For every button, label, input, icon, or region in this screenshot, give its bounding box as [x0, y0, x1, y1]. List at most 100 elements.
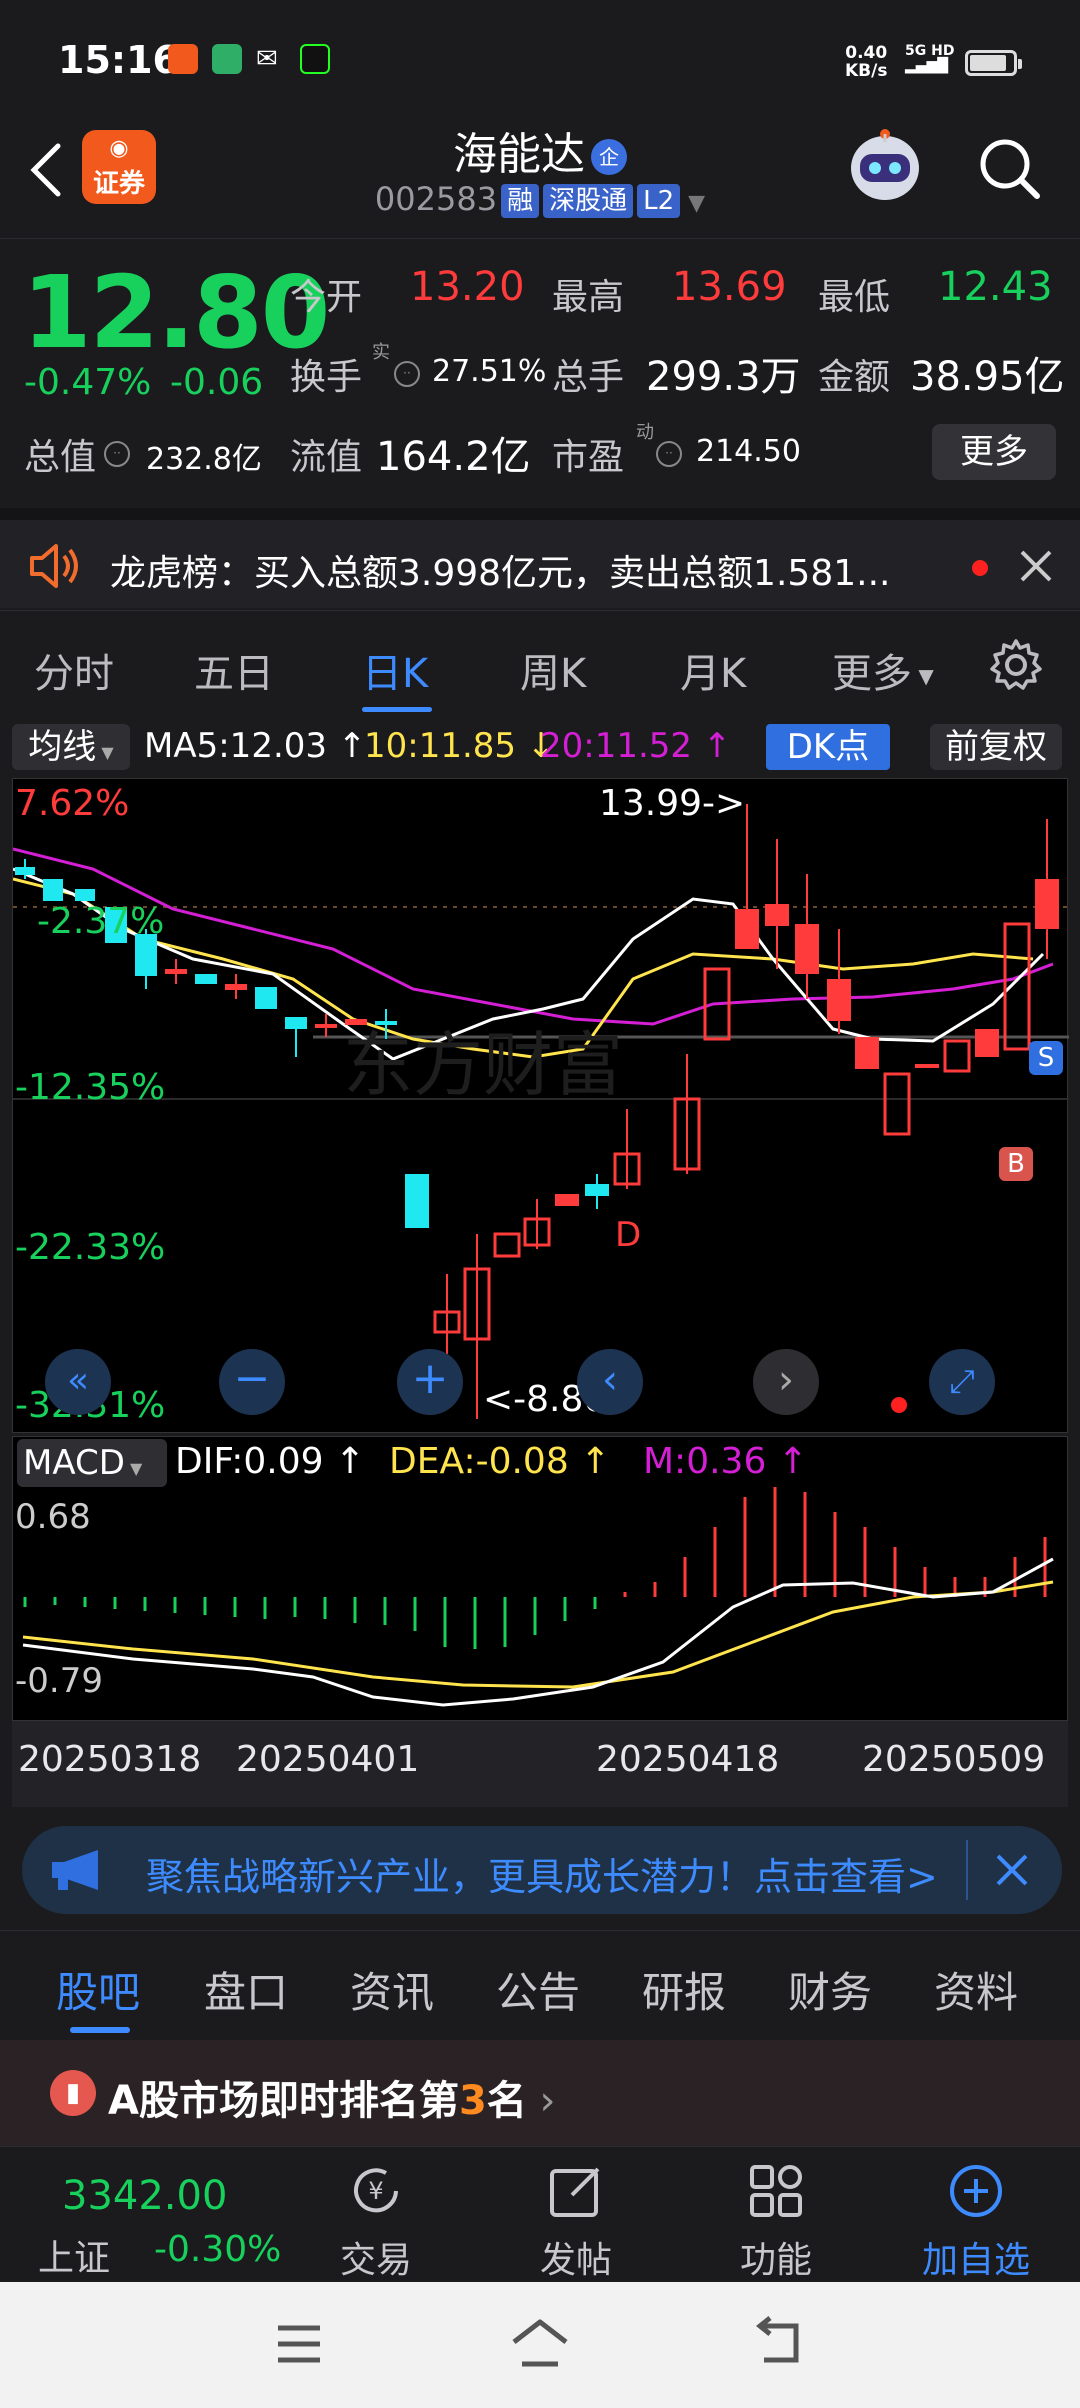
info-icon[interactable]: ·· [390, 352, 424, 393]
date-label-1: 20250318 [18, 1739, 202, 1780]
yen-exchange-icon: ¥ [354, 2168, 398, 2213]
close-icon[interactable] [1018, 548, 1054, 584]
zoom-in-icon[interactable]: + [397, 1349, 463, 1415]
signal-b[interactable]: B [999, 1147, 1033, 1181]
edit-icon [550, 2167, 600, 2217]
tab-profile[interactable]: 资料 [934, 1959, 1018, 2020]
low-value: 12.43 [938, 264, 1053, 310]
megaphone-icon [52, 1850, 98, 1890]
watermark: 东方财富 [343, 1026, 623, 1104]
stock-code: 002583 [374, 180, 498, 218]
tab-announcements[interactable]: 公告 [496, 1959, 580, 2020]
svg-text:¥: ¥ [368, 2177, 383, 2205]
close-icon[interactable] [994, 1852, 1030, 1888]
tag-margin: 融 [501, 184, 540, 218]
ma20-value: 20:11.52 ↑ [540, 726, 732, 766]
gear-icon[interactable] [988, 637, 1044, 693]
pct-label-2: -2.37% [37, 901, 165, 942]
fullscreen-icon[interactable]: ⤢ [929, 1349, 995, 1415]
tab-daily-k[interactable]: 日K [362, 641, 428, 699]
signal-s[interactable]: S [1029, 1041, 1063, 1075]
menu-icon[interactable] [274, 2322, 324, 2366]
high-value: 13.69 [672, 264, 787, 310]
zoom-out-icon[interactable]: − [219, 1349, 285, 1415]
tab-five-day[interactable]: 五日 [194, 641, 274, 699]
active-tab-indicator [362, 707, 432, 712]
divider [966, 1840, 968, 1900]
more-button[interactable]: 更多 [932, 424, 1056, 480]
date-label-2: 20250401 [236, 1739, 420, 1780]
mktcap-value: 232.8亿 [146, 442, 262, 477]
rank-text: A股市场即时排名第3名 › [108, 2078, 556, 2124]
mktcap-info-icon[interactable]: ·· [100, 432, 134, 473]
tab-monthly-k[interactable]: 月K [680, 641, 746, 699]
signal-icon: 5G HD ▂▄▆█ [905, 43, 955, 74]
high-label: 最高 [552, 277, 625, 318]
open-label: 今开 [290, 277, 363, 318]
candles [15, 804, 1059, 1419]
system-nav-bar [0, 2282, 1080, 2408]
pct-label-top: 7.62% [15, 783, 130, 824]
trade-button[interactable]: ¥ 交易 [306, 2147, 446, 2283]
kline-chart[interactable]: 东方财富 7.62% -2.37% -12.35% -22.33% -32.31… [12, 778, 1069, 1433]
next-icon[interactable]: › [753, 1349, 819, 1415]
chevron-down-icon[interactable]: ▼ [688, 191, 705, 216]
index-value[interactable]: 3342.00 [62, 2173, 227, 2219]
signal-d: D [615, 1215, 642, 1255]
change-value: -0.06 [170, 362, 264, 403]
robot-assistant-icon[interactable] [846, 128, 924, 210]
turnover-sup: 实 [372, 342, 390, 363]
ma5-value: MA5:12.03 ↑ [144, 726, 367, 766]
amount-label: 金额 [818, 357, 891, 398]
rewind-icon[interactable]: « [45, 1349, 111, 1415]
speaker-icon [30, 544, 78, 588]
wechat-icon: ✉ [256, 44, 278, 74]
tag-connect: 深股通 [543, 184, 634, 218]
plus-circle-icon [950, 2165, 1002, 2217]
date-label-3: 20250418 [596, 1739, 780, 1780]
chart-bar-icon: ▮ [50, 2070, 96, 2116]
tab-news[interactable]: 资讯 [350, 1959, 434, 2020]
macd-panel[interactable]: MACD ▼ DIF:0.09 ↑ DEA:-0.08 ↑ M:0.36 ↑ 0… [12, 1436, 1068, 1721]
tab-weekly-k[interactable]: 周K [520, 641, 586, 699]
macd-neg-bars [23, 1597, 597, 1649]
tag-l2: L2 [637, 184, 681, 218]
home-icon[interactable] [508, 2316, 572, 2370]
turnover-label: 换手 [290, 357, 363, 398]
low-label: 最低 [818, 277, 891, 318]
date-label-4: 20250509 [862, 1739, 1046, 1780]
adjust-select[interactable]: 前复权 [930, 724, 1062, 770]
section-tabs: 股吧 盘口 资讯 公告 研报 财务 资料 [0, 1930, 1080, 2040]
dk-point-button[interactable]: DK点 [766, 724, 890, 770]
add-watchlist-button[interactable]: 加自选 [906, 2147, 1046, 2283]
pe-info-icon[interactable]: ·· [652, 432, 686, 473]
status-time: 15:16 [58, 38, 179, 82]
post-button[interactable]: 发帖 [506, 2147, 646, 2283]
float-label: 流值 [290, 437, 363, 478]
ma-select[interactable]: 均线 ▼ [12, 724, 130, 770]
dea-line [22, 1580, 1054, 1689]
current-price: 12.80 [22, 254, 330, 371]
news-banner[interactable]: 龙虎榜：买入总额3.998亿元，卖出总额1.581... [0, 508, 1080, 608]
tab-orderbook[interactable]: 盘口 [204, 1959, 288, 2020]
functions-button[interactable]: 功能 [706, 2147, 846, 2283]
stock-name: 海能达 [453, 129, 585, 180]
search-icon[interactable] [975, 134, 1045, 204]
tab-more[interactable]: 更多 ▼ [832, 641, 934, 699]
enterprise-badge: 企 [591, 139, 627, 175]
back-icon[interactable] [752, 2316, 808, 2370]
tab-finance[interactable]: 财务 [788, 1959, 872, 2020]
ma20-line [13, 847, 1054, 1026]
kline-svg: 东方财富 [13, 804, 1069, 1419]
status-bar: 15:16 ✉ 0.40 KB/s 5G HD ▂▄▆█ [0, 0, 1080, 120]
tab-guba[interactable]: 股吧 [56, 1959, 140, 2020]
tab-research[interactable]: 研报 [642, 1959, 726, 2020]
date-axis: 20250318 20250401 20250418 20250509 [12, 1721, 1068, 1807]
rank-banner[interactable]: ▮ A股市场即时排名第3名 › [0, 2040, 1080, 2146]
tab-intraday[interactable]: 分时 [34, 641, 114, 699]
prev-icon[interactable]: ‹ [577, 1349, 643, 1415]
active-tab-indicator [70, 2027, 130, 2033]
promo-banner[interactable]: 聚焦战略新兴产业，更具成长潜力！点击查看> [22, 1826, 1062, 1914]
promo-text: 聚焦战略新兴产业，更具成长潜力！点击查看> [146, 1855, 938, 1899]
grid-apps-icon [750, 2165, 802, 2217]
